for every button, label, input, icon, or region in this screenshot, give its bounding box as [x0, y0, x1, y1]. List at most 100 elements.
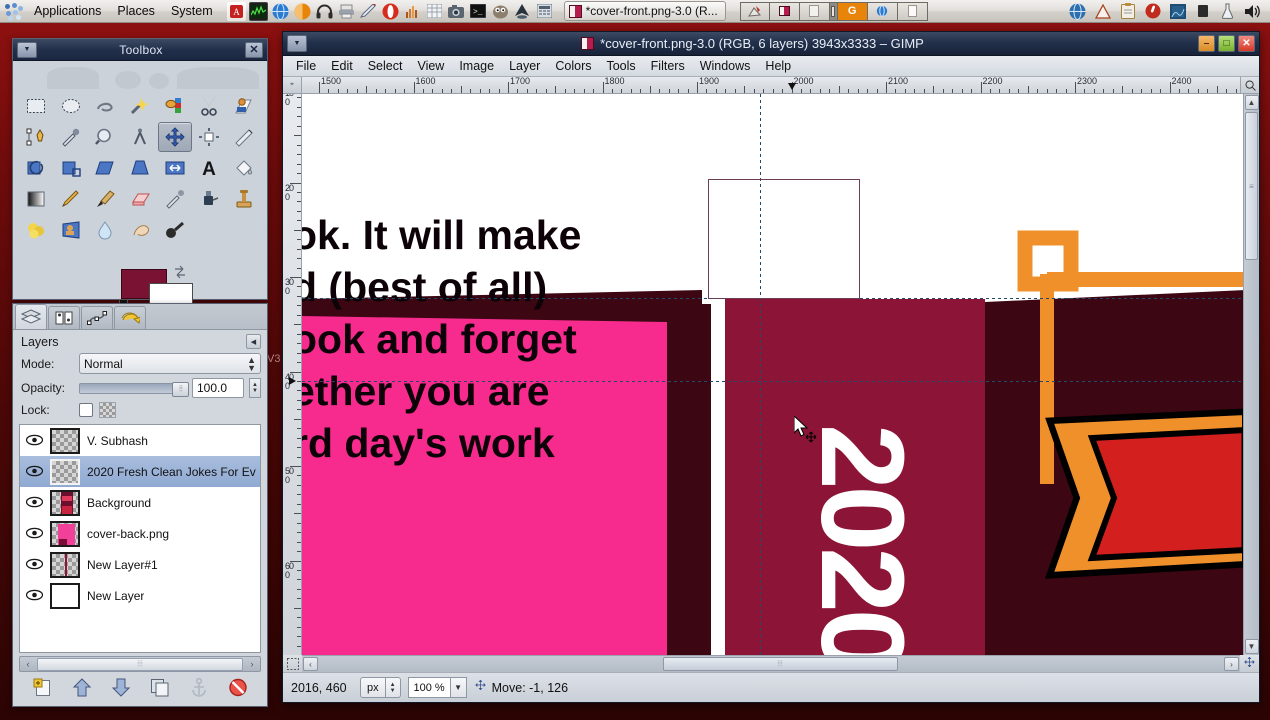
acrobat-reader-icon[interactable]: A — [226, 1, 246, 21]
terminal-icon[interactable]: >_ — [469, 2, 488, 21]
eye-icon[interactable] — [25, 589, 44, 603]
window-menu-icon[interactable]: ▼ — [17, 41, 37, 58]
menu-select[interactable]: Select — [361, 57, 410, 75]
menu-layer[interactable]: Layer — [502, 57, 547, 75]
menu-filters[interactable]: Filters — [644, 57, 692, 75]
menu-applications[interactable]: Applications — [26, 0, 109, 23]
scroll-right-icon[interactable]: › — [244, 657, 260, 671]
audacity-icon[interactable] — [293, 2, 312, 21]
menu-tools[interactable]: Tools — [599, 57, 642, 75]
bucket-fill-tool[interactable] — [227, 153, 261, 183]
canvas-vertical-scrollbar[interactable]: ▲ ≡ ▼ — [1243, 94, 1259, 655]
eye-icon[interactable] — [25, 558, 44, 572]
scroll-up-icon[interactable]: ▲ — [1244, 95, 1259, 110]
anchor-layer-button[interactable] — [189, 677, 209, 700]
scroll-right-icon[interactable]: › — [1224, 657, 1239, 671]
close-icon[interactable]: ✕ — [245, 41, 263, 58]
shutdown-icon[interactable] — [1143, 2, 1162, 21]
layer-row-4[interactable]: New Layer#1 — [20, 549, 260, 580]
shear-tool[interactable] — [88, 153, 122, 183]
chevron-down-icon[interactable]: ▼ — [449, 677, 467, 698]
zoom-tool[interactable] — [88, 122, 122, 152]
opacity-slider-knob[interactable]: ⦙⦙ — [172, 381, 190, 397]
lock-alpha-checker-icon[interactable] — [99, 402, 116, 418]
system-monitor-icon[interactable] — [248, 1, 268, 21]
flip-tool[interactable] — [158, 153, 192, 183]
scissors-select-tool[interactable] — [193, 91, 227, 121]
ruler-origin-button[interactable]: ⌖ — [283, 77, 302, 94]
workspace-5[interactable]: G — [837, 1, 868, 21]
rect-select-tool[interactable] — [19, 91, 53, 121]
layer-row-3[interactable]: cover-back.png — [20, 518, 260, 549]
menu-image[interactable]: Image — [452, 57, 501, 75]
image-canvas[interactable]: 2020 ok. It will make d (best of all) oo… — [302, 94, 1243, 655]
vscrollbar-thumb[interactable]: ≡ — [1245, 112, 1258, 260]
layer-row-1[interactable]: 2020 Fresh Clean Jokes For Ev — [20, 456, 260, 487]
eye-icon[interactable] — [25, 465, 44, 479]
paths-tool[interactable] — [19, 122, 53, 152]
spreadsheet-icon[interactable] — [425, 2, 444, 21]
blend-tool[interactable] — [19, 184, 53, 214]
align-tool[interactable] — [193, 122, 227, 152]
workspace-3[interactable] — [799, 1, 830, 21]
navigation-icon[interactable] — [1240, 655, 1259, 672]
heal-tool[interactable] — [19, 215, 53, 245]
update-manager-icon[interactable] — [1093, 2, 1112, 21]
fuzzy-select-tool[interactable] — [123, 91, 157, 121]
taskbar-window-button[interactable]: *cover-front.png-3.0 (R... — [563, 1, 726, 21]
ellipse-select-tool[interactable] — [54, 91, 88, 121]
headphones-icon[interactable] — [315, 2, 334, 21]
workspace-switcher[interactable]: G — [739, 1, 928, 21]
layer-row-2[interactable]: Background — [20, 487, 260, 518]
delete-layer-button[interactable] — [228, 678, 248, 700]
menu-edit[interactable]: Edit — [324, 57, 360, 75]
volume-icon[interactable] — [1243, 2, 1262, 21]
foreground-select-tool[interactable] — [227, 91, 261, 121]
quickmask-icon[interactable] — [283, 655, 302, 672]
scale-tool[interactable] — [54, 153, 88, 183]
workspace-1[interactable] — [739, 1, 770, 21]
printer-icon[interactable] — [337, 2, 356, 21]
free-select-tool[interactable] — [88, 91, 122, 121]
gimp-titlebar[interactable]: ▼ *cover-front.png-3.0 (RGB, 6 layers) 3… — [283, 32, 1259, 56]
move-tool[interactable] — [157, 122, 192, 152]
layer-row-5[interactable]: New Layer — [20, 580, 260, 611]
new-layer-button[interactable] — [33, 678, 53, 700]
horizontal-ruler[interactable]: 1500 1600 1700 1800 1900 2000 2100 2200 2300 2400 — [302, 77, 1240, 94]
tab-undo-history[interactable] — [114, 306, 146, 329]
perspective-tool[interactable] — [123, 153, 157, 183]
menu-system[interactable]: System — [163, 0, 221, 23]
flask-icon[interactable] — [1218, 2, 1237, 21]
scroll-down-icon[interactable]: ▼ — [1244, 639, 1259, 654]
ink-tool[interactable] — [193, 184, 227, 214]
duplicate-layer-button[interactable] — [150, 678, 170, 700]
scrollbar-thumb[interactable]: ⦙⦙⦙ — [37, 657, 243, 671]
battery-icon[interactable] — [1193, 2, 1212, 21]
raise-layer-button[interactable] — [72, 678, 92, 700]
chevron-updown-icon[interactable]: ▲ ▼ — [385, 677, 401, 698]
camera-icon[interactable] — [447, 2, 466, 21]
web-browser-icon[interactable] — [271, 2, 290, 21]
scroll-left-icon[interactable]: ‹ — [20, 657, 36, 671]
toolbox-titlebar[interactable]: ▼ Toolbox ✕ — [13, 39, 267, 61]
swap-colors-icon[interactable] — [173, 265, 187, 279]
network-globe-icon[interactable] — [1068, 2, 1087, 21]
maximize-button[interactable]: □ — [1218, 35, 1235, 52]
menu-colors[interactable]: Colors — [548, 57, 598, 75]
select-by-color-tool[interactable] — [158, 91, 192, 121]
smudge-tool[interactable] — [123, 215, 157, 245]
crop-tool[interactable] — [227, 122, 261, 152]
menu-places[interactable]: Places — [109, 0, 163, 23]
opacity-value-input[interactable]: 100.0 — [192, 378, 244, 398]
zoom-fit-icon[interactable] — [1240, 77, 1259, 94]
window-menu-icon[interactable]: ▼ — [287, 35, 307, 52]
clone-tool[interactable] — [227, 184, 261, 214]
inkscape-icon[interactable] — [513, 2, 532, 21]
measure-tool[interactable] — [123, 122, 157, 152]
unit-select[interactable]: px ▲ ▼ — [360, 677, 401, 698]
gnome-footprint-icon[interactable] — [4, 2, 24, 21]
hscrollbar-thumb[interactable]: ⦙⦙⦙ — [662, 656, 898, 671]
workspace-2[interactable] — [769, 1, 800, 21]
dock-horizontal-scrollbar[interactable]: ‹ ⦙⦙⦙ › — [19, 656, 261, 672]
eye-icon[interactable] — [25, 496, 44, 510]
